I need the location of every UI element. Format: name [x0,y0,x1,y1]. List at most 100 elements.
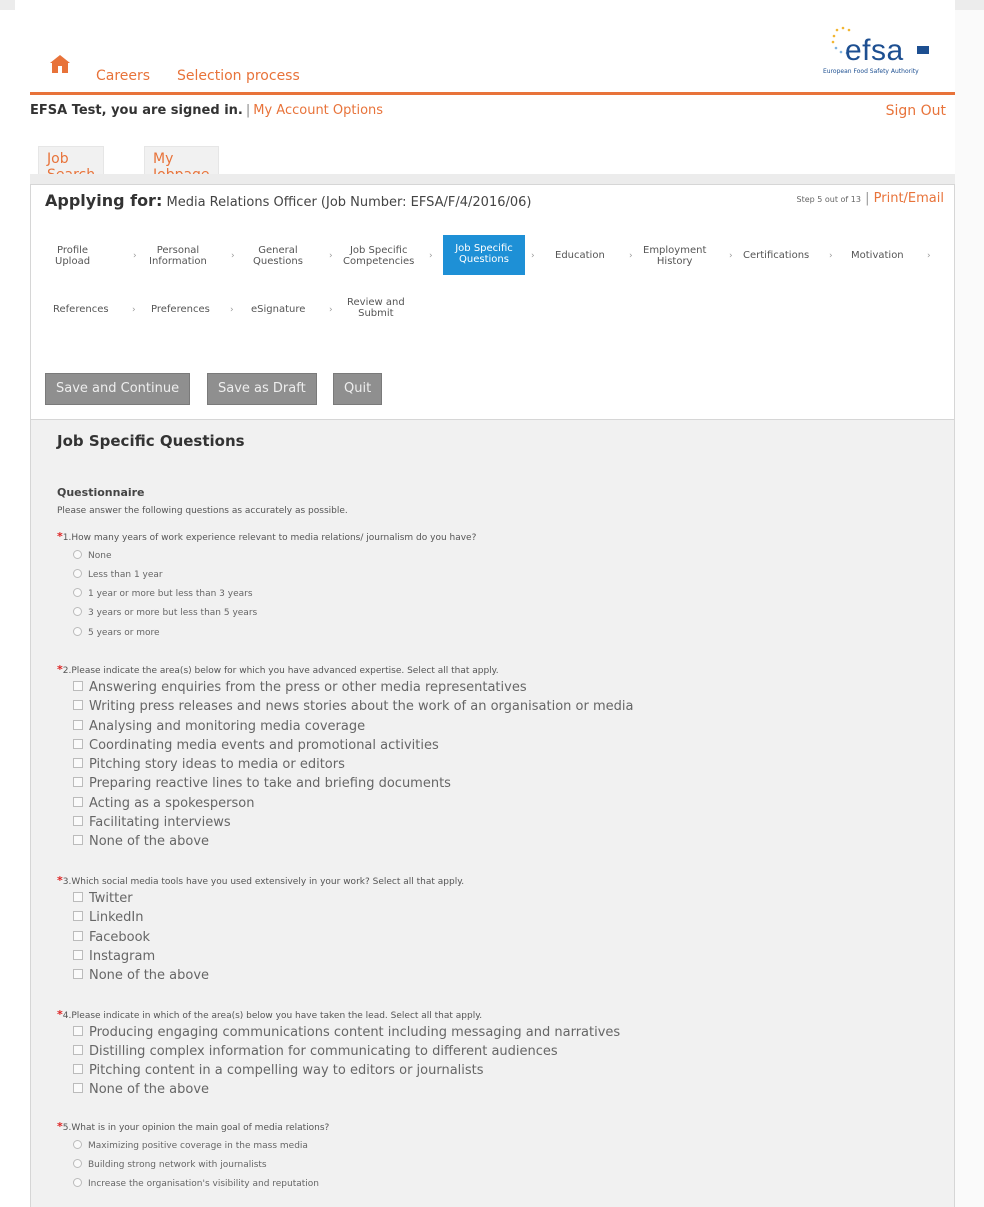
checkbox-option[interactable]: Writing press releases and news stories … [73,699,633,714]
sign-out-link[interactable]: Sign Out [886,103,946,119]
radio-button[interactable] [73,588,82,597]
checkbox-option[interactable]: Producing engaging communications conten… [73,1025,620,1040]
checkbox[interactable] [73,1083,83,1093]
checkbox[interactable] [73,1064,83,1074]
tab-job-search[interactable]: Job Search [38,146,105,183]
question-text: 1.How many years of work experience rele… [62,533,477,543]
checkbox[interactable] [73,758,83,768]
step-esignature[interactable]: eSignature [251,304,305,315]
step-label-line: Certifications [743,250,810,261]
questions-section: Job Specific Questions Questionnaire Ple… [30,420,955,1207]
radio-option[interactable]: 5 years or more [73,627,160,638]
efsa-logo[interactable]: efsa European Food Safety Authority [823,24,943,84]
tab-my-jobpage[interactable]: My Jobpage [144,146,219,183]
logo-wordmark: efsa [845,34,904,67]
step-general-questions[interactable]: General Questions [253,245,303,267]
account-separator: | [245,103,251,118]
step-certifications[interactable]: Certifications [743,250,809,261]
option-label: Pitching story ideas to media or editors [89,757,345,772]
checkbox[interactable] [73,1045,83,1055]
question-5: *5.What is in your opinion the main goal… [57,1120,329,1133]
option-label: Distilling complex information for commu… [89,1044,558,1059]
radio-option[interactable]: Building strong network with journalists [73,1159,267,1170]
radio-button[interactable] [73,1159,82,1168]
checkbox[interactable] [73,816,83,826]
radio-option[interactable]: 3 years or more but less than 5 years [73,607,257,618]
step-label-line: Profile [56,245,89,256]
checkbox[interactable] [73,720,83,730]
checkbox[interactable] [73,777,83,787]
checkbox[interactable] [73,835,83,845]
radio-button[interactable] [73,1178,82,1187]
checkbox[interactable] [73,797,83,807]
nav-careers-link[interactable]: Careers [96,68,150,84]
checkbox-option[interactable]: Acting as a spokesperson [73,796,255,811]
radio-option[interactable]: 1 year or more but less than 3 years [73,588,253,599]
checkbox[interactable] [73,892,83,902]
option-label: 5 years or more [88,628,160,638]
nav-selection-process-link[interactable]: Selection process [177,68,300,84]
question-3: *3.Which social media tools have you use… [57,874,464,887]
radio-button[interactable] [73,1140,82,1149]
checkbox-option[interactable]: None of the above [73,1082,209,1097]
step-job-specific-competencies[interactable]: Job Specific Competencies [343,245,414,267]
my-account-options-link[interactable]: My Account Options [253,103,383,118]
radio-button[interactable] [73,550,82,559]
checkbox[interactable] [73,700,83,710]
home-icon[interactable] [49,54,71,74]
radio-option[interactable]: Less than 1 year [73,569,163,580]
radio-button[interactable] [73,569,82,578]
checkbox-option[interactable]: Pitching content in a compelling way to … [73,1063,484,1078]
question-2: *2.Please indicate the area(s) below for… [57,663,499,676]
checkbox[interactable] [73,681,83,691]
step-label-line: General [258,245,298,256]
save-and-continue-button[interactable]: Save and Continue [45,373,191,405]
option-label: Pitching content in a compelling way to … [89,1063,484,1078]
step-education[interactable]: Education [555,250,605,261]
checkbox-option[interactable]: Answering enquiries from the press or ot… [73,680,527,695]
step-personal-information[interactable]: Personal Information [149,245,207,267]
checkbox[interactable] [73,950,83,960]
print-email-link[interactable]: Print/Email [874,191,944,206]
checkbox-option[interactable]: Facilitating interviews [73,815,231,830]
step-motivation[interactable]: Motivation [851,250,904,261]
checkbox-option[interactable]: None of the above [73,968,209,983]
step-profile-upload[interactable]: Profile Upload [55,245,90,267]
checkbox-option[interactable]: Facebook [73,930,150,945]
step-label-line: History [656,256,693,267]
option-label: None of the above [89,1082,210,1097]
checkbox[interactable] [73,911,83,921]
step-label-line: Employment [643,245,707,256]
checkbox-option[interactable]: Analysing and monitoring media coverage [73,719,365,734]
checkbox[interactable] [73,739,83,749]
step-review-and-submit[interactable]: Review and Submit [347,297,405,319]
checkbox-option[interactable]: Coordinating media events and promotiona… [73,738,439,753]
quit-button[interactable]: Quit [333,373,383,405]
radio-option[interactable]: None [73,550,111,561]
checkbox-option[interactable]: Twitter [73,891,133,906]
chevron-right-icon: › [429,251,433,261]
step-job-specific-questions[interactable]: Job Specific Questions [443,235,525,275]
checkbox-option[interactable]: None of the above [73,834,209,849]
checkbox[interactable] [73,931,83,941]
radio-button[interactable] [73,627,82,636]
checkbox-option[interactable]: Pitching story ideas to media or editors [73,757,345,772]
option-label: Coordinating media events and promotiona… [89,738,439,753]
step-employment-history[interactable]: Employment History [643,245,706,267]
step-references[interactable]: References [53,304,109,315]
checkbox-option[interactable]: Instagram [73,949,155,964]
option-label: None of the above [89,968,210,983]
checkbox-option[interactable]: Distilling complex information for commu… [73,1044,558,1059]
checkbox[interactable] [73,969,83,979]
radio-option[interactable]: Maximizing positive coverage in the mass… [73,1140,308,1151]
step-preferences[interactable]: Preferences [151,304,210,315]
step-label-line: Questions [459,254,509,265]
checkbox-option[interactable]: Preparing reactive lines to take and bri… [73,776,451,791]
right-shade [955,10,984,1207]
checkbox-option[interactable]: LinkedIn [73,910,143,925]
checkbox[interactable] [73,1026,83,1036]
radio-button[interactable] [73,607,82,616]
save-as-draft-button[interactable]: Save as Draft [207,373,317,405]
step-label-line: Information [149,256,207,267]
radio-option[interactable]: Increase the organisation's visibility a… [73,1178,319,1189]
